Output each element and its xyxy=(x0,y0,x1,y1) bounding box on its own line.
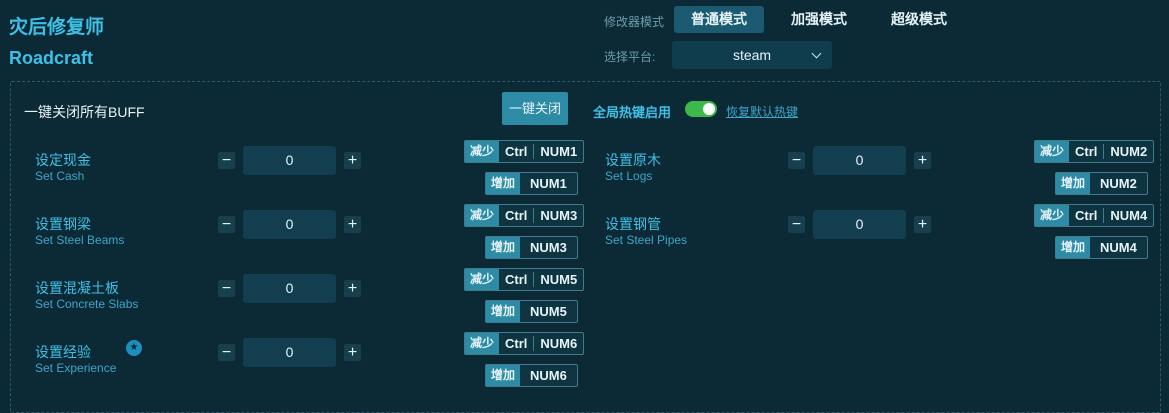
app-subtitle: Roadcraft xyxy=(9,48,94,68)
mode-super-button[interactable]: 超级模式 xyxy=(874,6,964,33)
decrease-hotkey[interactable]: 减少 Ctrl NUM5 xyxy=(464,268,585,291)
cheat-row: 设置混凝土板 Set Concrete Slabs − 0 + 减少 Ctrl … xyxy=(35,268,615,330)
cheat-name-en: Set Steel Pipes xyxy=(605,233,688,247)
decrease-hotkey[interactable]: 减少 Ctrl NUM4 xyxy=(1034,204,1155,227)
cheat-name-cn: 设定现金 xyxy=(35,152,91,168)
cheat-name-cn: 设置混凝土板 xyxy=(35,280,119,296)
modifier-key: Ctrl xyxy=(1075,144,1098,159)
increment-button[interactable]: + xyxy=(344,280,361,297)
cheat-name-cn: 设置经验 xyxy=(35,344,91,360)
increase-hotkey[interactable]: 增加 NUM4 xyxy=(1055,236,1148,259)
cheat-row: 设定现金 Set Cash − 0 + 减少 Ctrl NUM1 增加 NUM1 xyxy=(35,140,615,202)
decrement-button[interactable]: − xyxy=(788,216,805,233)
increase-hotkey[interactable]: 增加 NUM3 xyxy=(485,236,578,259)
restore-hotkeys-link[interactable]: 恢复默认热键 xyxy=(726,103,798,120)
value-input[interactable]: 0 xyxy=(813,210,906,239)
increase-tag: 增加 xyxy=(486,301,521,322)
increase-tag: 增加 xyxy=(486,365,521,386)
decrease-tag: 减少 xyxy=(465,333,500,354)
decrease-tag: 减少 xyxy=(1035,141,1070,162)
global-hotkey-toggle[interactable] xyxy=(685,101,717,117)
cheat-row: 设置钢梁 Set Steel Beams − 0 + 减少 Ctrl NUM3 … xyxy=(35,204,615,266)
decrease-hotkey[interactable]: 减少 Ctrl NUM1 xyxy=(464,140,585,163)
decrease-tag: 减少 xyxy=(465,141,500,162)
hotkey-key: NUM5 xyxy=(530,304,567,319)
hotkey-key: NUM5 xyxy=(540,272,578,287)
mode-enhanced-button[interactable]: 加强模式 xyxy=(774,6,864,33)
value-input[interactable]: 0 xyxy=(243,274,336,303)
modifier-key: Ctrl xyxy=(505,272,528,287)
hotkey-key: NUM1 xyxy=(530,176,567,191)
cheat-name-en: Set Steel Beams xyxy=(35,233,125,247)
modifier-key: Ctrl xyxy=(505,144,528,159)
decrease-hotkey[interactable]: 减少 Ctrl NUM2 xyxy=(1034,140,1155,163)
increase-hotkey[interactable]: 增加 NUM5 xyxy=(485,300,578,323)
hotkey-key: NUM3 xyxy=(530,240,567,255)
increment-button[interactable]: + xyxy=(344,216,361,233)
disable-all-button[interactable]: 一键关闭 xyxy=(502,92,568,125)
increase-tag: 增加 xyxy=(1056,237,1091,258)
value-input[interactable]: 0 xyxy=(243,146,336,175)
cheat-name-en: Set Concrete Slabs xyxy=(35,297,139,311)
increase-hotkey[interactable]: 增加 NUM6 xyxy=(485,364,578,387)
hotkey-key: NUM6 xyxy=(540,336,578,351)
decrease-tag: 减少 xyxy=(465,205,500,226)
disable-buff-label: 一键关闭所有BUFF xyxy=(24,104,145,120)
value-input[interactable]: 0 xyxy=(243,338,336,367)
hotkey-key: NUM1 xyxy=(540,144,578,159)
decrease-tag: 减少 xyxy=(465,269,500,290)
increment-button[interactable]: + xyxy=(344,344,361,361)
decrement-button[interactable]: − xyxy=(218,344,235,361)
hotkey-key: NUM4 xyxy=(1100,240,1137,255)
modifier-key: Ctrl xyxy=(505,336,528,351)
cheat-name-cn: 设置钢管 xyxy=(605,216,661,232)
modifier-key: Ctrl xyxy=(1075,208,1098,223)
platform-select[interactable]: steam xyxy=(672,41,832,69)
increase-hotkey[interactable]: 增加 NUM2 xyxy=(1055,172,1148,195)
star-icon[interactable]: ★ xyxy=(126,340,142,356)
increment-button[interactable]: + xyxy=(344,152,361,169)
cheat-row: 设置经验 Set Experience ★ − 0 + 减少 Ctrl NUM6… xyxy=(35,332,615,394)
increase-tag: 增加 xyxy=(486,173,521,194)
mode-label: 修改器模式 xyxy=(604,15,665,29)
decrement-button[interactable]: − xyxy=(218,152,235,169)
decrease-tag: 减少 xyxy=(1035,205,1070,226)
hotkey-key: NUM2 xyxy=(1100,176,1137,191)
cheat-name-en: Set Experience xyxy=(35,361,117,375)
increase-hotkey[interactable]: 增加 NUM1 xyxy=(485,172,578,195)
decrease-hotkey[interactable]: 减少 Ctrl NUM6 xyxy=(464,332,585,355)
hotkey-key: NUM4 xyxy=(1110,208,1148,223)
increase-tag: 增加 xyxy=(486,237,521,258)
cheat-name-en: Set Logs xyxy=(605,169,653,183)
value-input[interactable]: 0 xyxy=(813,146,906,175)
hotkey-key: NUM6 xyxy=(530,368,567,383)
value-input[interactable]: 0 xyxy=(243,210,336,239)
toggle-knob xyxy=(703,103,715,115)
global-hotkey-label: 全局热键启用 xyxy=(593,105,672,120)
decrement-button[interactable]: − xyxy=(788,152,805,169)
hotkey-key: NUM2 xyxy=(1110,144,1148,159)
cheat-name-cn: 设置原木 xyxy=(605,152,661,168)
mode-normal-button[interactable]: 普通模式 xyxy=(674,6,764,33)
platform-label: 选择平台: xyxy=(604,50,656,64)
cheat-row: 设置原木 Set Logs − 0 + 减少 Ctrl NUM2 增加 NUM2 xyxy=(605,140,1169,202)
app-title: 灾后修复师 xyxy=(9,17,105,38)
increment-button[interactable]: + xyxy=(914,216,931,233)
modifier-key: Ctrl xyxy=(505,208,528,223)
cheat-name-cn: 设置钢梁 xyxy=(35,216,91,232)
cheat-row: 设置钢管 Set Steel Pipes − 0 + 减少 Ctrl NUM4 … xyxy=(605,204,1169,266)
decrease-hotkey[interactable]: 减少 Ctrl NUM3 xyxy=(464,204,585,227)
decrement-button[interactable]: − xyxy=(218,280,235,297)
hotkey-key: NUM3 xyxy=(540,208,578,223)
cheat-name-en: Set Cash xyxy=(35,169,85,183)
increase-tag: 增加 xyxy=(1056,173,1091,194)
increment-button[interactable]: + xyxy=(914,152,931,169)
decrement-button[interactable]: − xyxy=(218,216,235,233)
platform-value: steam xyxy=(732,47,772,63)
